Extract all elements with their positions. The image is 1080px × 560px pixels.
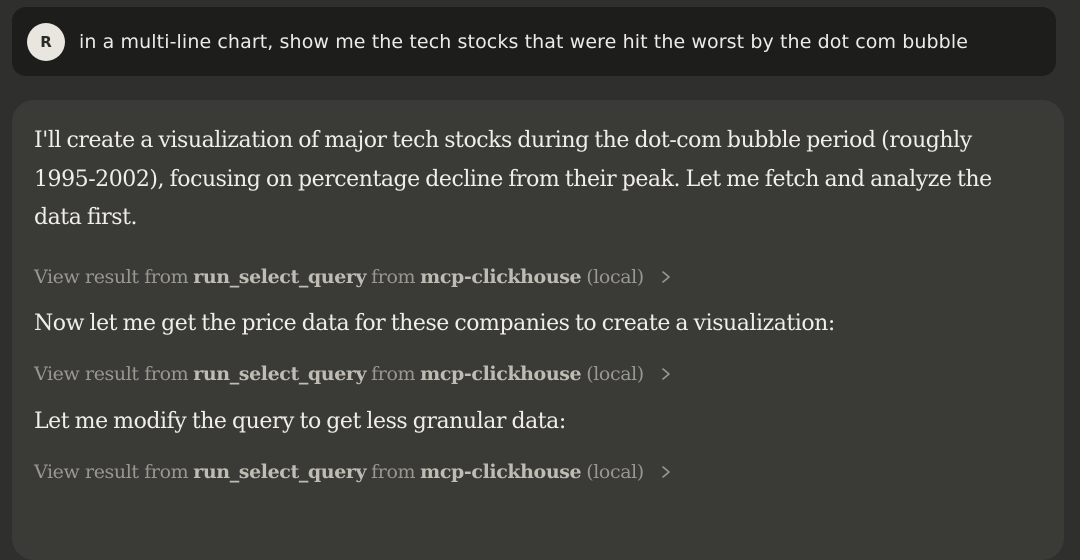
assistant-intro-text: I'll create a visualization of major tec… — [34, 128, 992, 230]
tool-result-prefix: View result from — [34, 362, 189, 385]
tool-result-mid: from — [371, 265, 416, 288]
tool-name: run_select_query — [193, 362, 367, 385]
tool-result-mid: from — [371, 460, 416, 483]
tool-result-prefix: View result from — [34, 265, 189, 288]
tool-server: mcp-clickhouse — [420, 265, 582, 288]
tool-name: run_select_query — [193, 265, 367, 288]
user-message-bar: R in a multi-line chart, show me the tec… — [12, 7, 1056, 76]
chevron-right-icon — [662, 367, 670, 380]
tool-server: mcp-clickhouse — [420, 362, 582, 385]
tool-result-suffix: (local) — [586, 265, 644, 288]
tool-result-suffix: (local) — [586, 362, 644, 385]
chevron-right-icon — [662, 270, 670, 283]
tool-result-prefix: View result from — [34, 460, 189, 483]
tool-result-mid: from — [371, 362, 416, 385]
user-message-text: in a multi-line chart, show me the tech … — [79, 30, 969, 53]
tool-server: mcp-clickhouse — [420, 460, 582, 483]
assistant-response: I'll create a visualization of major tec… — [12, 100, 1064, 560]
tool-result-suffix: (local) — [586, 460, 644, 483]
assistant-text-line-3: Let me modify the query to get less gran… — [34, 408, 566, 434]
tool-result-link[interactable]: View result from run_select_query from mcp-… — [34, 461, 672, 483]
user-avatar: R — [27, 22, 65, 61]
assistant-text-line-2: Now let me get the price data for these … — [34, 310, 835, 336]
tool-name: run_select_query — [193, 460, 367, 483]
tool-result-link[interactable]: View result from run_select_query from mcp-… — [34, 363, 672, 385]
tool-result-link[interactable]: View result from run_select_query from mcp-… — [34, 266, 672, 288]
chevron-right-icon — [662, 465, 670, 478]
